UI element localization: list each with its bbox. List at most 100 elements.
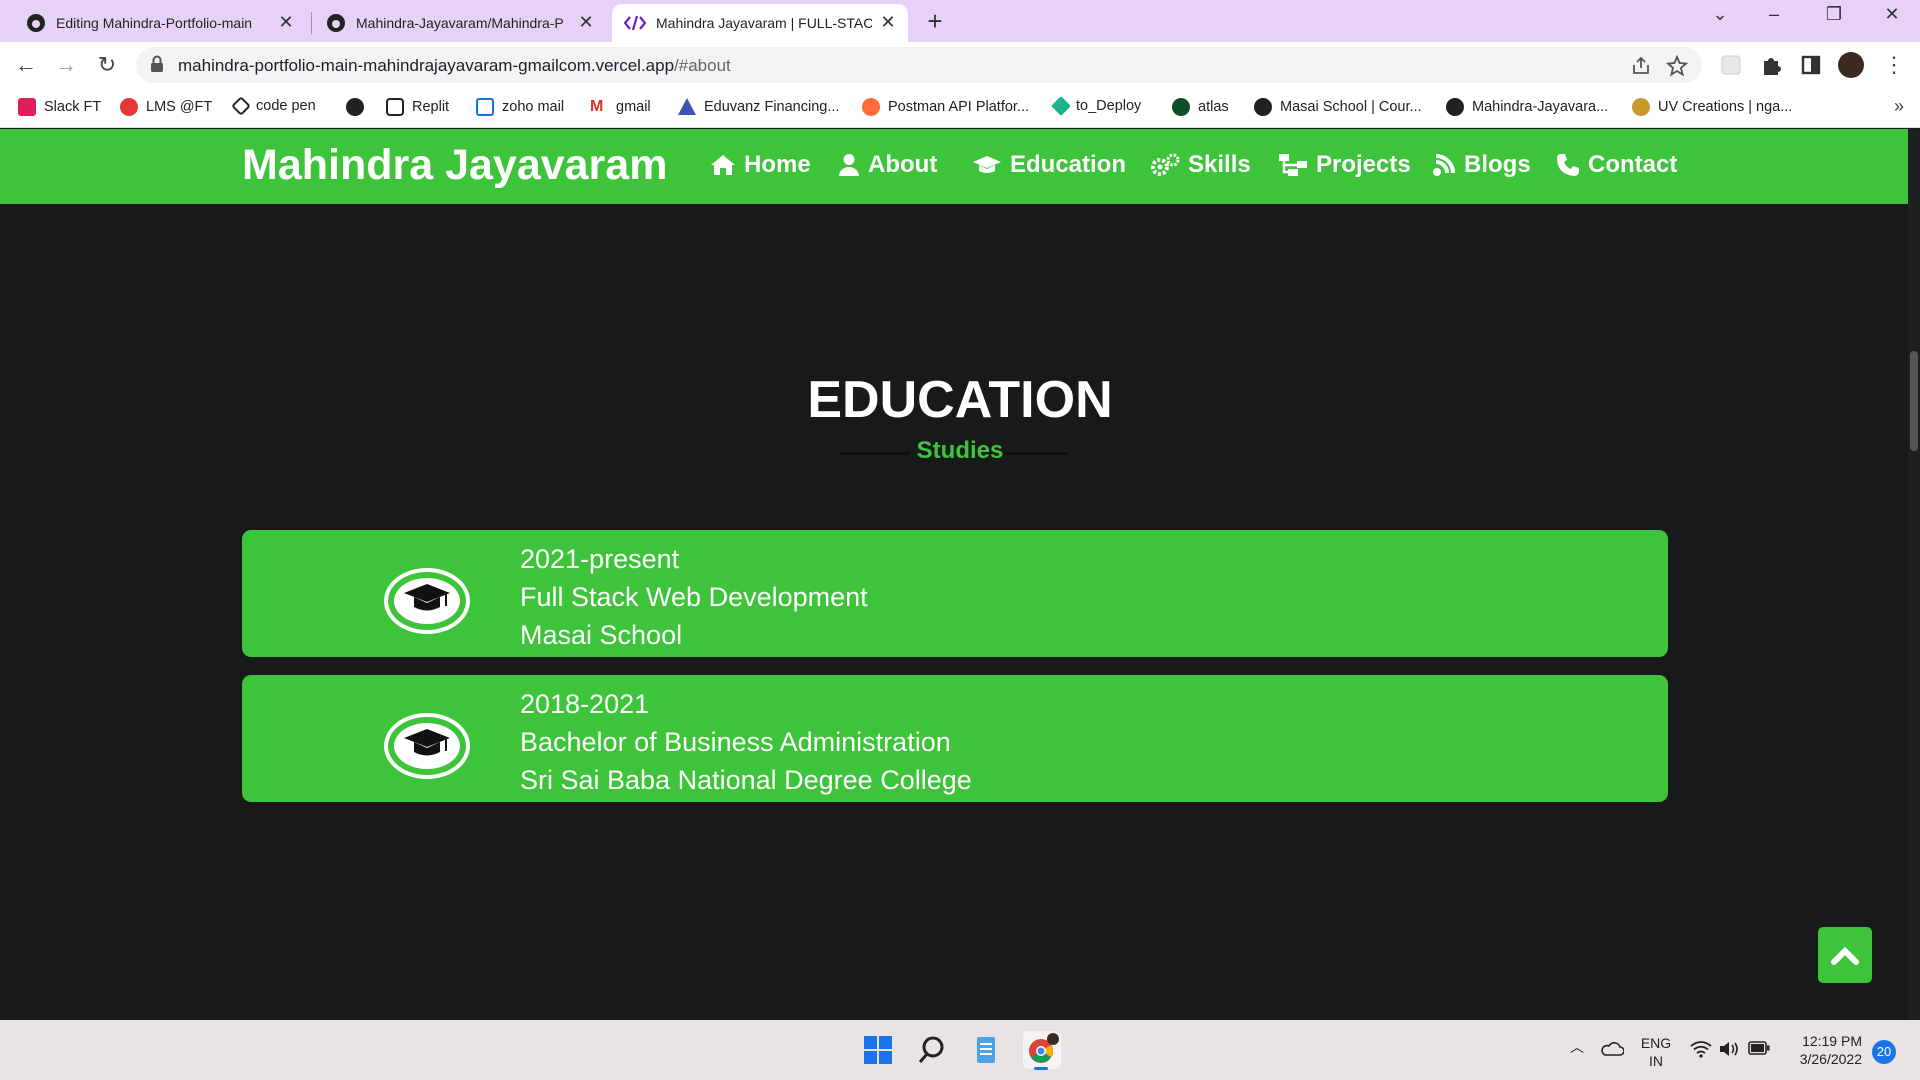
tray-chevron-icon[interactable]: ︿ [1570,1038,1584,1056]
volume-icon[interactable] [1718,1040,1740,1058]
bookmark-gmail[interactable]: Mgmail [590,98,651,116]
taskbar: ︿ ENG IN 12:19 PM 3/26/2022 20 [0,1020,1920,1080]
education-badge [384,568,470,634]
nav-about[interactable]: About [838,151,937,179]
clock-time: 12:19 PM [1802,1033,1862,1049]
scrollbar-thumb[interactable] [1910,351,1918,451]
system-clock[interactable]: 12:19 PM 3/26/2022 [1780,1032,1862,1068]
nav-label: Blogs [1464,151,1531,178]
graduation-cap-icon [404,584,450,611]
notification-badge[interactable]: 20 [1872,1040,1896,1064]
sitemap-icon [1279,154,1307,176]
nav-label: Home [744,151,811,178]
browser-tab-2[interactable]: Mahindra-Jayavaram/Mahindra-P ✕ [314,4,606,42]
mail-icon [476,98,494,116]
restore-icon[interactable]: ❐ [1814,4,1854,25]
new-tab-button[interactable]: + [922,6,948,37]
bookmark-label: to_Deploy [1076,98,1142,114]
bookmark-label: gmail [616,99,651,115]
nav-contact[interactable]: Contact [1556,151,1677,179]
bookmark-globe[interactable] [346,98,372,116]
url-path: /#about [674,56,731,75]
bookmark-zoho-mail[interactable]: zoho mail [476,98,564,116]
education-institution: Masai School [520,620,683,650]
graduation-cap-icon [404,729,450,756]
nav-projects[interactable]: Projects [1278,151,1411,179]
bookmark-masai[interactable]: Masai School | Cour... [1254,98,1422,116]
slack-icon [18,98,36,116]
browser-tab-1[interactable]: Editing Mahindra-Portfolio-main ✕ [14,4,306,42]
side-panel-icon[interactable] [1798,52,1824,78]
minimize-icon[interactable]: – [1754,4,1794,25]
education-course: Full Stack Web Development [520,582,868,612]
page-scrollbar[interactable] [1908,129,1920,1021]
notepad-icon[interactable] [966,1030,1006,1070]
wifi-icon[interactable] [1690,1040,1712,1058]
share-icon[interactable] [1630,55,1652,77]
gears-icon [1151,153,1180,176]
nav-skills[interactable]: Skills [1150,151,1251,179]
bookmark-label: Eduvanz Financing... [704,98,840,115]
globe-icon [1254,98,1272,116]
extension-icon[interactable] [1718,52,1744,78]
phone-icon [1557,154,1579,176]
close-window-icon[interactable]: ✕ [1872,4,1912,25]
back-icon[interactable]: ← [12,51,40,79]
menu-icon[interactable]: ⋮ [1880,51,1908,79]
nav-label: Skills [1188,151,1251,178]
puzzle-icon[interactable] [1758,52,1784,78]
nav-label: Contact [1588,151,1678,178]
close-tab-icon[interactable]: ✕ [576,12,596,33]
mongodb-icon [1172,98,1190,116]
bookmarks-more-button[interactable]: » [1894,96,1904,117]
lock-icon [151,55,163,72]
bookmark-atlas[interactable]: atlas [1172,98,1229,116]
forward-icon[interactable]: → [52,51,80,79]
bookmark-label: Slack FT [44,99,102,115]
windows-start-icon[interactable] [858,1030,898,1070]
bookmark-replit[interactable]: Replit [386,98,449,116]
education-card: 2021-present Full Stack Web Development … [242,530,1668,657]
bookmark-lms[interactable]: LMS @FT [120,98,212,116]
address-bar[interactable]: mahindra-portfolio-main-mahindrajayavara… [136,47,1702,83]
nav-blogs[interactable]: Blogs [1432,151,1531,179]
bookmark-label: Mahindra-Jayavara... [1472,99,1609,115]
chrome-icon[interactable] [1022,1030,1062,1070]
education-years: 2021-present [520,544,680,574]
browser-tab-active[interactable]: Mahindra Jayavaram | FULL-STAC ✕ [612,4,908,42]
region-code: IN [1649,1053,1663,1069]
onedrive-icon[interactable] [1600,1040,1624,1058]
nav-home[interactable]: Home [710,151,811,179]
tab-search-icon[interactable]: ⌄ [1700,4,1740,25]
bookmark-github-repo[interactable]: Mahindra-Jayavara... [1446,98,1608,116]
profile-avatar[interactable] [1838,52,1864,78]
search-icon[interactable] [912,1030,952,1070]
uv-icon [1632,98,1650,116]
reload-icon[interactable]: ↻ [93,51,121,79]
browser-tab-strip: Editing Mahindra-Portfolio-main ✕ Mahind… [0,0,1920,42]
gmail-icon: M [590,98,604,115]
bookmark-slack[interactable]: Slack FT [18,98,101,116]
nav-education[interactable]: Education [972,151,1126,179]
bookmark-uv-creations[interactable]: UV Creations | nga... [1632,98,1792,116]
bookmark-codepen[interactable]: code pen [231,96,316,116]
bookmark-eduvanz[interactable]: Eduvanz Financing... [678,98,839,115]
education-course: Bachelor of Business Administration [520,727,951,757]
diamond-icon [1051,96,1071,116]
bookmark-star-icon[interactable] [1666,55,1688,77]
bookmark-label: zoho mail [502,99,565,115]
close-tab-icon[interactable]: ✕ [878,12,898,33]
bookmark-label: UV Creations | nga... [1658,99,1793,115]
education-years: 2018-2021 [520,689,650,719]
close-tab-icon[interactable]: ✕ [276,12,296,33]
bookmark-to-deploy[interactable]: to_Deploy [1051,96,1142,116]
scroll-to-top-button[interactable] [1818,927,1872,983]
bookmark-postman[interactable]: Postman API Platfor... [862,98,1029,116]
section-heading: EDUCATION [807,371,1113,429]
education-institution: Sri Sai Baba National Degree College [520,765,972,795]
site-logo[interactable]: Mahindra Jayavaram [242,141,667,190]
bookmark-label: code pen [256,98,316,114]
battery-icon[interactable] [1748,1041,1770,1055]
language-indicator[interactable]: ENG IN [1636,1034,1676,1070]
clock-date: 3/26/2022 [1799,1051,1862,1067]
